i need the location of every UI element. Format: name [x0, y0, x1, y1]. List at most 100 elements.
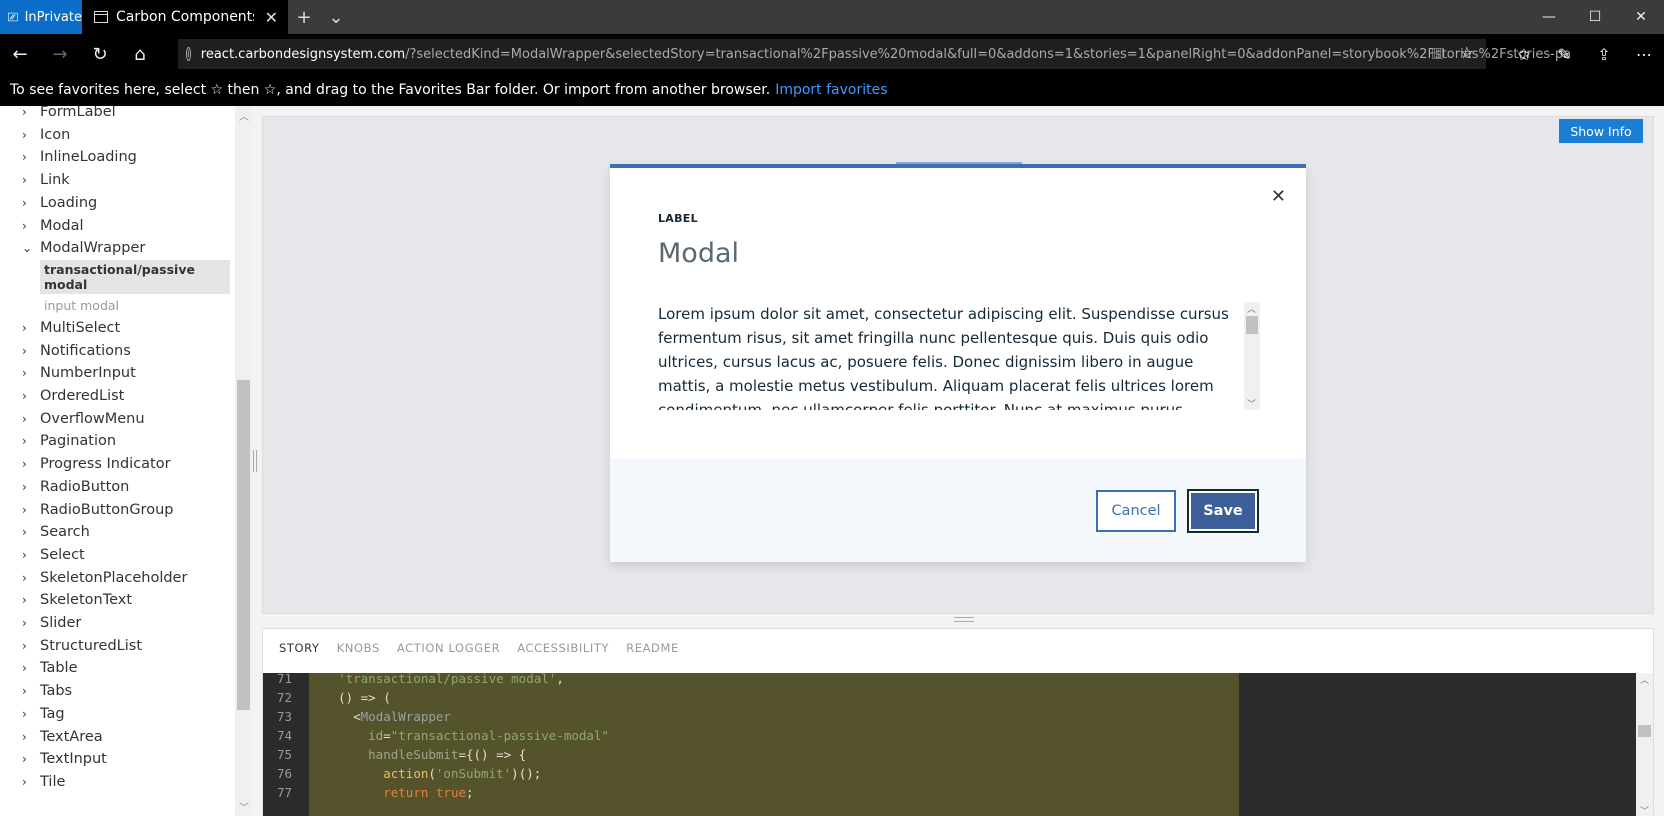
code-line: 71 'transactional/passive modal', [263, 673, 564, 688]
close-icon[interactable]: ✕ [1271, 186, 1286, 207]
panel-resize-handle[interactable] [954, 617, 974, 622]
sidebar-item-modal[interactable]: › Modal [22, 214, 84, 238]
chevron-right-icon: › [22, 661, 27, 676]
tab-accessibility[interactable]: ACCESSIBILITY [517, 641, 609, 655]
sidebar-scrollbar[interactable]: ︿ ﹀ [235, 106, 252, 816]
code-line: 74 id="transactional-passive-modal" [263, 726, 609, 745]
tab-action-logger[interactable]: ACTION LOGGER [397, 641, 500, 655]
sidebar-item-formlabel[interactable]: › FormLabel [22, 106, 116, 124]
chevron-right-icon: › [22, 774, 27, 789]
site-info-icon[interactable]: i [186, 47, 191, 61]
tab-list-chevron-icon[interactable]: ⌄ [320, 0, 352, 34]
import-favorites-link[interactable]: Import favorites [775, 82, 887, 98]
scroll-up-arrow-icon[interactable]: ︿ [1247, 302, 1256, 315]
modal-footer: Cancel Save [610, 458, 1306, 562]
sidebar-item-notifications[interactable]: › Notifications [22, 339, 131, 363]
sidebar-item-textinput[interactable]: › TextInput [22, 747, 107, 771]
sidebar-item-overflowmenu[interactable]: › OverflowMenu [22, 407, 145, 431]
tab-close-icon[interactable]: ✕ [265, 8, 278, 27]
maximize-icon[interactable]: ☐ [1572, 0, 1618, 34]
scroll-down-arrow-icon[interactable]: ﹀ [239, 799, 249, 814]
sidebar-item-skeletontext[interactable]: › SkeletonText [22, 588, 132, 612]
sidebar-item-numberinput[interactable]: › NumberInput [22, 361, 136, 385]
sidebar-item-label: Link [40, 172, 70, 189]
show-info-button[interactable]: Show Info [1559, 119, 1643, 143]
sidebar-item-pagination[interactable]: › Pagination [22, 429, 116, 453]
sidebar-story-transactional-passive-modal[interactable]: transactional/passive modal [40, 259, 230, 294]
sidebar-resize-handle[interactable] [253, 450, 257, 472]
sidebar-item-radiobutton[interactable]: › RadioButton [22, 475, 129, 499]
chevron-right-icon: › [22, 389, 27, 403]
home-icon[interactable]: ⌂ [120, 34, 160, 74]
tab-title: Carbon Components React [116, 9, 254, 25]
story-preview: Show Info ✕ LABEL Modal Lorem ipsum dolo… [262, 116, 1654, 614]
sidebar-item-modalwrapper[interactable]: ⌄ ModalWrapper [22, 236, 145, 260]
address-bar[interactable]: i react.carbondesignsystem.com/?selected… [178, 39, 1571, 69]
sidebar-item-slider[interactable]: › Slider [22, 611, 81, 635]
scroll-down-arrow-icon[interactable]: ﹀ [1247, 397, 1256, 410]
sidebar-story-input-modal[interactable]: input modal [40, 296, 230, 315]
chevron-right-icon: › [22, 525, 27, 540]
pen-notes-icon[interactable]: ✎ [1544, 34, 1584, 74]
sidebar-item-link[interactable]: › Link [22, 168, 70, 192]
code-token: )(); [511, 766, 542, 781]
tab-knobs[interactable]: KNOBS [337, 641, 380, 655]
inprivate-label: InPrivate [24, 9, 82, 25]
cancel-button[interactable]: Cancel [1096, 490, 1176, 532]
code-scrollbar[interactable]: ︿ ﹀ [1636, 673, 1653, 816]
chevron-right-icon: › [22, 593, 27, 608]
new-tab-icon[interactable]: + [288, 0, 320, 34]
scroll-up-arrow-icon[interactable]: ︿ [239, 108, 249, 123]
sidebar-item-search[interactable]: › Search [22, 520, 90, 544]
sidebar-item-label: MultiSelect [40, 319, 121, 336]
favorites-bar-message: To see favorites here, select ☆ then ☆, … [10, 82, 771, 98]
sidebar-item-inlineloading[interactable]: › InlineLoading [22, 145, 137, 169]
chevron-right-icon: › [22, 570, 27, 585]
sidebar-item-structuredlist[interactable]: › StructuredList [22, 634, 142, 658]
sidebar-item-icon[interactable]: › Icon [22, 123, 70, 147]
tab-story[interactable]: STORY [279, 641, 320, 655]
window-controls: — ☐ ✕ [1526, 0, 1664, 34]
sidebar-item-tabs[interactable]: › Tabs [22, 679, 72, 703]
back-icon[interactable]: ← [0, 34, 40, 74]
modal-heading: Modal [658, 238, 739, 269]
line-number: 77 [263, 783, 309, 802]
more-menu-icon[interactable]: ⋯ [1624, 34, 1664, 74]
share-icon[interactable]: ⇪ [1584, 34, 1624, 74]
sidebar-item-label: SkeletonPlaceholder [40, 569, 188, 586]
sidebar-item-tag[interactable]: › Tag [22, 702, 65, 726]
minimize-icon[interactable]: — [1526, 0, 1572, 34]
sidebar-item-multiselect[interactable]: › MultiSelect [22, 316, 120, 340]
sidebar-item-textarea[interactable]: › TextArea [22, 725, 103, 749]
code-scroll-thumb[interactable] [1638, 725, 1651, 737]
sidebar-item-loading[interactable]: › Loading [22, 191, 97, 215]
sidebar-scroll-thumb[interactable] [237, 380, 250, 710]
code-line: 72 () => ( [263, 688, 391, 707]
modal-scroll-thumb[interactable] [1246, 316, 1258, 334]
close-window-icon[interactable]: ✕ [1618, 0, 1664, 34]
favorites-hub-icon[interactable]: ✩ [1504, 34, 1544, 74]
save-button[interactable]: Save [1187, 489, 1259, 533]
refresh-icon[interactable]: ↻ [80, 34, 120, 74]
sidebar-item-progress-indicator[interactable]: › Progress Indicator [22, 452, 171, 476]
scroll-down-arrow-icon[interactable]: ﹀ [1640, 804, 1649, 816]
sidebar-item-radiobuttongroup[interactable]: › RadioButtonGroup [22, 498, 173, 522]
forward-icon[interactable]: → [40, 34, 80, 74]
sidebar-item-select[interactable]: › Select [22, 543, 85, 567]
modal-content-scrollbar[interactable]: ︿ ﹀ [1244, 302, 1260, 410]
chevron-right-icon: › [22, 752, 27, 767]
code-token: , [556, 673, 564, 686]
browser-tab[interactable]: Carbon Components React ✕ [82, 0, 288, 34]
sidebar-item-label: Notifications [40, 342, 131, 359]
sidebar-item-label: Select [40, 546, 85, 563]
favorites-bar: To see favorites here, select ☆ then ☆, … [0, 74, 1664, 106]
tab-readme[interactable]: README [626, 641, 679, 655]
sidebar-item-orderedlist[interactable]: › OrderedList [22, 384, 124, 408]
sidebar-item-skeletonplaceholder[interactable]: › SkeletonPlaceholder [22, 566, 187, 590]
add-favorite-star-icon[interactable]: ☆ [1460, 43, 1474, 62]
sidebar-item-tile[interactable]: › Tile [22, 770, 65, 794]
sidebar-item-table[interactable]: › Table [22, 656, 78, 680]
scroll-up-arrow-icon[interactable]: ︿ [1640, 673, 1649, 686]
chevron-right-icon: › [22, 150, 27, 165]
reading-view-icon[interactable]: ▥ [1431, 45, 1444, 61]
